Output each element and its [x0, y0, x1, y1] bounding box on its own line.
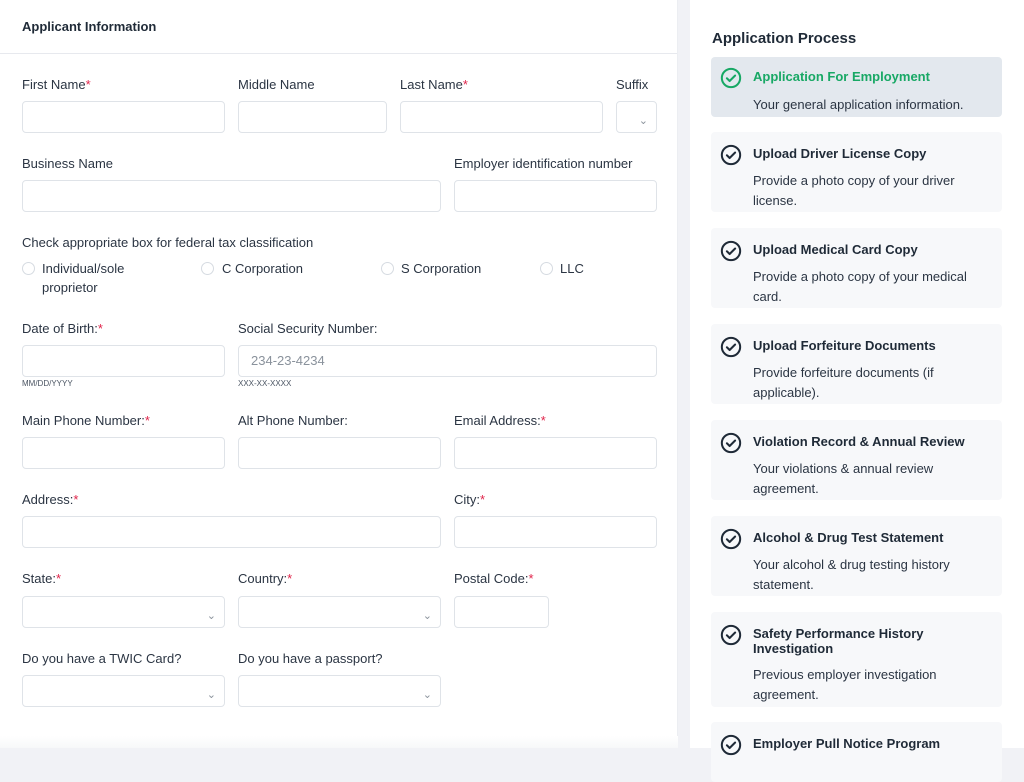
ein-input[interactable]: [454, 180, 657, 212]
address-input[interactable]: [22, 516, 441, 548]
passport-label: Do you have a passport?: [238, 651, 383, 666]
middle-name-label: Middle Name: [238, 77, 315, 92]
first-name-input[interactable]: [22, 101, 225, 133]
alt-phone-label: Alt Phone Number:: [238, 413, 348, 428]
process-step[interactable]: Safety Performance History Investigation…: [711, 612, 1002, 707]
twic-label: Do you have a TWIC Card?: [22, 651, 182, 666]
step-description: Your violations & annual review agreemen…: [753, 461, 934, 496]
business-name-input[interactable]: [22, 180, 441, 212]
dob-input[interactable]: [22, 345, 225, 377]
process-step[interactable]: Alcohol & Drug Test Statement Your alcoho…: [711, 516, 1002, 596]
process-step[interactable]: Employer Pull Notice Program: [711, 722, 1002, 782]
process-step[interactable]: Upload Medical Card Copy Provide a photo …: [711, 228, 1002, 308]
radio-llc[interactable]: [540, 262, 553, 275]
address-label: Address:*: [22, 492, 79, 507]
first-name-label: First Name*: [22, 77, 91, 92]
check-circle-icon: [720, 67, 742, 89]
process-title: Application Process: [712, 30, 857, 47]
radio-s-corporation[interactable]: [381, 262, 394, 275]
step-title: Violation Record & Annual Review: [753, 434, 965, 449]
state-label: State:*: [22, 571, 62, 586]
check-circle-icon: [720, 432, 742, 454]
last-name-input[interactable]: [400, 101, 603, 133]
step-title: Upload Medical Card Copy: [753, 242, 918, 257]
tax-classification-label: Check appropriate box for federal tax cl…: [22, 235, 314, 250]
email-label: Email Address:*: [454, 413, 546, 428]
applicant-form-panel: Applicant Information First Name* Middle…: [0, 0, 678, 748]
step-title: Alcohol & Drug Test Statement: [753, 530, 944, 545]
business-name-label: Business Name: [22, 156, 114, 171]
check-circle-icon: [720, 144, 742, 166]
radio-llc-label[interactable]: LLC: [560, 259, 584, 278]
section-title: Applicant Information: [22, 19, 157, 34]
step-description: Your general application information.: [753, 97, 964, 112]
radio-individual[interactable]: [22, 262, 35, 275]
step-description: Provide a photo copy of your medical car…: [753, 269, 967, 304]
step-title: Upload Driver License Copy: [753, 146, 927, 161]
process-step[interactable]: Application For Employment Your general a…: [711, 57, 1002, 117]
radio-c-corporation[interactable]: [201, 262, 214, 275]
check-circle-icon: [720, 624, 742, 646]
check-circle-icon: [720, 528, 742, 550]
step-title: Upload Forfeiture Documents: [753, 338, 936, 353]
suffix-label: Suffix: [616, 77, 649, 92]
step-description: Provide forfeiture documents (if applica…: [753, 365, 934, 400]
step-description: Previous employer investigation agreemen…: [753, 667, 937, 702]
process-step[interactable]: Upload Driver License Copy Provide a phot…: [711, 132, 1002, 212]
step-description: Your alcohol & drug testing history stat…: [753, 557, 950, 592]
check-circle-icon: [720, 734, 742, 756]
main-phone-label: Main Phone Number:*: [22, 413, 150, 428]
dob-label: Date of Birth:*: [22, 321, 103, 336]
ssn-label: Social Security Number:: [238, 321, 378, 336]
radio-individual-label[interactable]: Individual/sole proprietor: [42, 259, 124, 297]
dob-hint: MM/DD/YYYY: [22, 379, 73, 388]
country-select[interactable]: [238, 596, 441, 631]
city-input[interactable]: [454, 516, 657, 548]
suffix-select[interactable]: [616, 101, 657, 136]
email-input[interactable]: [454, 437, 657, 469]
postal-code-input[interactable]: [454, 596, 549, 628]
twic-select[interactable]: [22, 675, 225, 710]
step-title: Safety Performance History Investigation: [753, 626, 924, 656]
state-select[interactable]: [22, 596, 225, 631]
process-step[interactable]: Violation Record & Annual Review Your vio…: [711, 420, 1002, 500]
main-phone-input[interactable]: [22, 437, 225, 469]
check-circle-icon: [720, 336, 742, 358]
step-title: Application For Employment: [753, 69, 930, 84]
radio-s-corporation-label[interactable]: S Corporation: [401, 259, 481, 278]
alt-phone-input[interactable]: [238, 437, 441, 469]
form-header: Applicant Information: [0, 0, 677, 54]
ein-label: Employer identification number: [454, 156, 633, 171]
city-label: City:*: [454, 492, 486, 507]
postal-code-label: Postal Code:*: [454, 571, 534, 586]
ssn-hint: XXX-XX-XXXX: [238, 379, 292, 388]
panel-bottom-edge: [0, 736, 678, 748]
passport-select[interactable]: [238, 675, 441, 710]
middle-name-input[interactable]: [238, 101, 387, 133]
process-step[interactable]: Upload Forfeiture Documents Provide forfe…: [711, 324, 1002, 404]
check-circle-icon: [720, 240, 742, 262]
ssn-input[interactable]: 234-23-4234: [238, 345, 657, 377]
last-name-label: Last Name*: [400, 77, 468, 92]
step-description: Provide a photo copy of your driver lice…: [753, 173, 955, 208]
country-label: Country:*: [238, 571, 293, 586]
step-title: Employer Pull Notice Program: [753, 736, 941, 751]
application-process-panel: Application Process Application For Empl…: [690, 0, 1024, 782]
radio-c-corporation-label[interactable]: C Corporation: [222, 259, 303, 278]
